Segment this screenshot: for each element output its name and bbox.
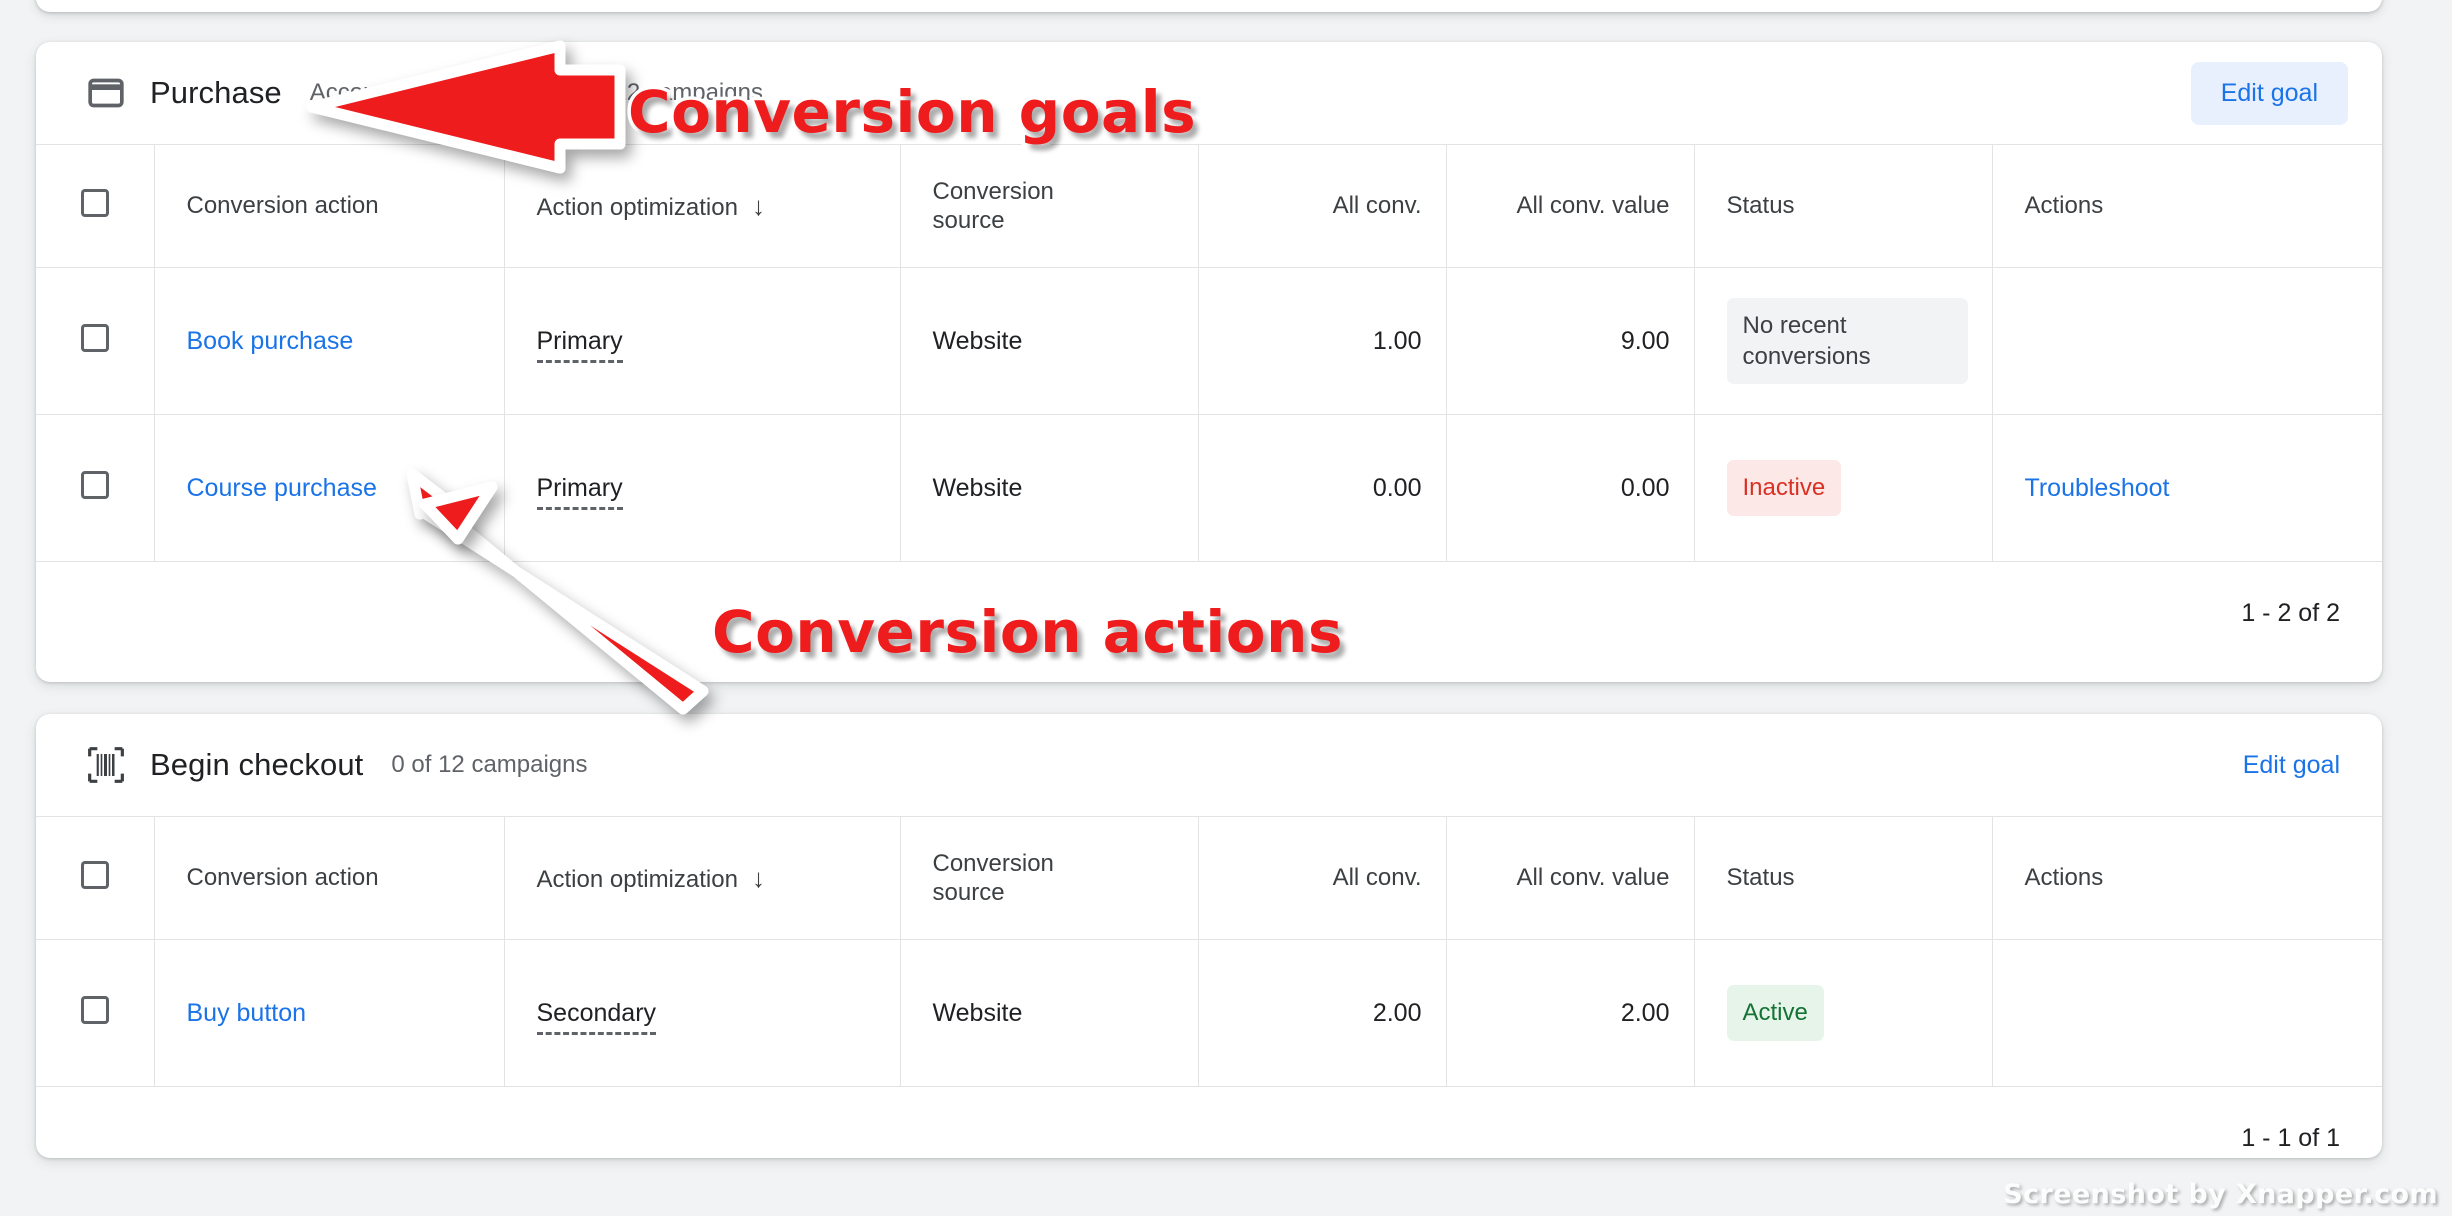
row-select-cell <box>36 414 155 561</box>
cell-all-conv: 1.00 <box>1198 267 1447 415</box>
header-conversion-source[interactable]: Conversion source <box>900 816 1199 940</box>
header-conversion-source-line2: source <box>932 879 1005 906</box>
header-status[interactable]: Status <box>1694 816 1993 940</box>
conversion-action-link[interactable]: Course purchase <box>187 474 377 502</box>
header-action-optimization-label: Action optimization <box>536 865 738 893</box>
cell-actions <box>1992 267 2382 415</box>
edit-goal-button[interactable]: Edit goal <box>2235 734 2348 797</box>
cell-all-conv-value: 0.00 <box>1446 414 1695 561</box>
row-select-cell <box>36 939 155 1086</box>
select-all-checkbox[interactable] <box>80 860 109 889</box>
goal-card-purchase: Purchase Account default goal 11 of 12 ca… <box>36 42 2382 682</box>
cell-status: Inactive <box>1694 414 1993 561</box>
cell-actions: Troubleshoot <box>1992 414 2382 561</box>
barcode-icon <box>84 743 128 787</box>
goal-meta-default: Account default goal <box>309 79 528 106</box>
table-footer: 1 - 1 of 1 <box>36 1086 2382 1158</box>
header-all-conv[interactable]: All conv. <box>1198 144 1447 268</box>
cell-conversion-action: Course purchase <box>154 414 505 561</box>
edit-goal-button[interactable]: Edit goal <box>2190 61 2348 125</box>
cell-conversion-source: Website <box>900 939 1199 1086</box>
conversion-action-link[interactable]: Book purchase <box>187 327 354 355</box>
cell-status: Active <box>1694 939 1993 1086</box>
cell-all-conv-value: 2.00 <box>1446 939 1695 1086</box>
cell-action-optimization: Secondary <box>504 939 901 1086</box>
header-conversion-action[interactable]: Conversion action <box>154 144 505 268</box>
goal-card-header: Purchase Account default goal 11 of 12 ca… <box>36 42 2382 144</box>
goal-meta-campaigns: 0 of 12 campaigns <box>391 751 588 778</box>
header-all-conv[interactable]: All conv. <box>1198 816 1447 940</box>
watermark: Screenshot by Xnapper.com <box>2003 1179 2438 1210</box>
action-optimization-value[interactable]: Secondary <box>536 998 657 1035</box>
header-all-conv-value[interactable]: All conv. value <box>1446 816 1695 940</box>
select-all-checkbox[interactable] <box>80 188 109 217</box>
goal-card-begin-checkout: Begin checkout 0 of 12 campaigns Edit go… <box>36 714 2382 1158</box>
previous-goal-card-partial <box>36 0 2382 12</box>
header-conversion-source-line2: source <box>932 207 1005 234</box>
action-optimization-value[interactable]: Primary <box>536 326 623 363</box>
select-all-header <box>36 816 155 940</box>
sort-descending-icon[interactable]: ↓ <box>752 863 765 894</box>
header-conversion-source-line1: Conversion <box>932 177 1054 205</box>
conversion-goals-page: Purchase Account default goal 11 of 12 ca… <box>0 0 2452 1216</box>
cell-conversion-action: Book purchase <box>154 267 505 415</box>
status-badge: No recent conversions <box>1726 297 1968 385</box>
cell-conversion-source: Website <box>900 267 1199 415</box>
credit-card-icon <box>84 71 128 115</box>
header-action-optimization-label: Action optimization <box>536 193 738 221</box>
row-checkbox[interactable] <box>80 470 109 499</box>
select-all-header <box>36 144 155 268</box>
header-conversion-action[interactable]: Conversion action <box>154 816 505 940</box>
cell-actions <box>1992 939 2382 1086</box>
header-action-optimization[interactable]: Action optimization ↓ <box>504 144 901 268</box>
header-conversion-source[interactable]: Conversion source <box>900 144 1199 268</box>
troubleshoot-link[interactable]: Troubleshoot <box>2025 474 2170 502</box>
header-actions: Actions <box>1992 816 2382 940</box>
goal-title: Purchase <box>150 75 282 110</box>
conversion-action-link[interactable]: Buy button <box>187 999 307 1027</box>
header-actions: Actions <box>1992 144 2382 268</box>
cell-all-conv: 0.00 <box>1198 414 1447 561</box>
action-optimization-value[interactable]: Primary <box>536 473 623 510</box>
sort-descending-icon[interactable]: ↓ <box>752 191 765 222</box>
pagination-label: 1 - 1 of 1 <box>2241 1123 2340 1152</box>
table-row: Buy button Secondary Website 2.00 2.00 A… <box>36 939 2382 1086</box>
status-badge: Inactive <box>1726 460 1842 516</box>
cell-conversion-action: Buy button <box>154 939 505 1086</box>
cell-action-optimization: Primary <box>504 414 901 561</box>
header-all-conv-value[interactable]: All conv. value <box>1446 144 1695 268</box>
goal-meta-campaigns: 11 of 12 campaigns <box>555 79 763 106</box>
row-select-cell <box>36 267 155 415</box>
table-row: Book purchase Primary Website 1.00 9.00 … <box>36 267 2382 415</box>
conversion-actions-table: Conversion action Action optimization ↓ C… <box>36 816 2382 1086</box>
goal-meta: Account default goal 11 of 12 campaigns <box>310 79 763 107</box>
status-badge: Active <box>1726 985 1824 1041</box>
header-action-optimization[interactable]: Action optimization ↓ <box>504 816 901 940</box>
cell-action-optimization: Primary <box>504 267 901 415</box>
table-row: Course purchase Primary Website 0.00 0.0… <box>36 414 2382 561</box>
cell-all-conv-value: 9.00 <box>1446 267 1695 415</box>
row-checkbox[interactable] <box>80 995 109 1024</box>
table-footer: 1 - 2 of 2 <box>36 561 2382 664</box>
row-checkbox[interactable] <box>80 323 109 352</box>
goal-meta: 0 of 12 campaigns <box>391 751 587 779</box>
header-status[interactable]: Status <box>1694 144 1993 268</box>
cell-all-conv: 2.00 <box>1198 939 1447 1086</box>
header-conversion-source-line1: Conversion <box>932 849 1054 877</box>
goal-card-header: Begin checkout 0 of 12 campaigns Edit go… <box>36 714 2382 816</box>
cell-conversion-source: Website <box>900 414 1199 561</box>
goal-title: Begin checkout <box>150 747 364 782</box>
pagination-label: 1 - 2 of 2 <box>2241 598 2340 627</box>
cell-status: No recent conversions <box>1694 267 1993 415</box>
table-header-row: Conversion action Action optimization ↓ C… <box>36 144 2382 268</box>
conversion-actions-table: Conversion action Action optimization ↓ C… <box>36 144 2382 561</box>
table-header-row: Conversion action Action optimization ↓ C… <box>36 816 2382 940</box>
